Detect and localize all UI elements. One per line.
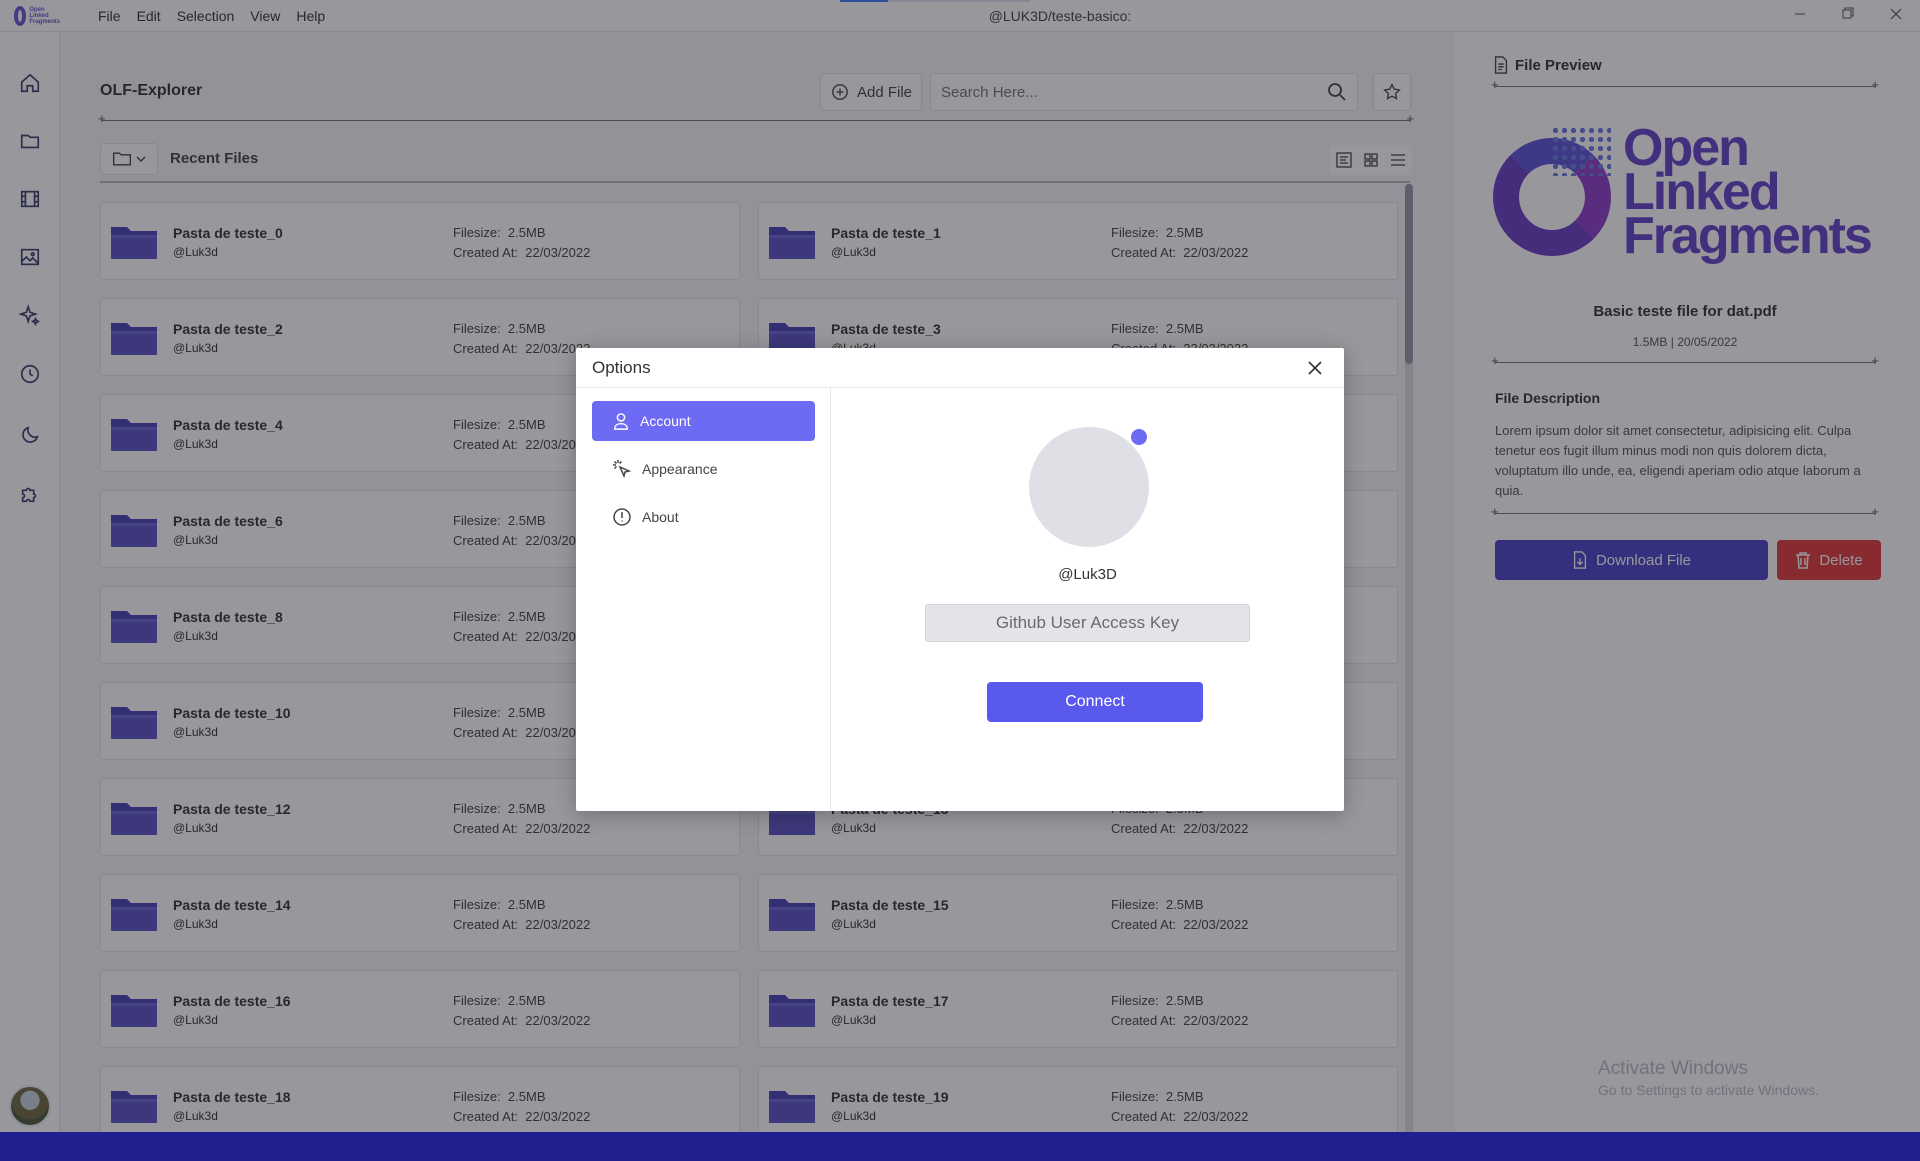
close-icon [1308, 361, 1322, 375]
dialog-header: Options [576, 348, 1344, 388]
avatar-status-badge [1129, 427, 1149, 447]
access-key-input[interactable] [925, 604, 1250, 642]
taskbar [0, 1132, 1920, 1161]
options-dialog: Options Account Appearance About @Luk3D … [576, 348, 1344, 811]
account-username: @Luk3D [1058, 566, 1117, 583]
cursor-click-icon [613, 460, 632, 479]
dialog-close-button[interactable] [1306, 359, 1324, 377]
account-panel: @Luk3D Connect [831, 388, 1344, 811]
user-icon [613, 413, 629, 430]
account-avatar[interactable] [1029, 427, 1149, 547]
nav-appearance-label: Appearance [642, 461, 718, 477]
nav-about[interactable]: About [592, 497, 815, 537]
nav-account-label: Account [640, 413, 691, 429]
options-nav: Account Appearance About [576, 388, 831, 811]
nav-account[interactable]: Account [592, 401, 815, 441]
info-icon [613, 508, 631, 526]
nav-appearance[interactable]: Appearance [592, 449, 815, 489]
dialog-title: Options [592, 358, 651, 377]
nav-about-label: About [642, 509, 679, 525]
connect-button[interactable]: Connect [987, 682, 1203, 722]
